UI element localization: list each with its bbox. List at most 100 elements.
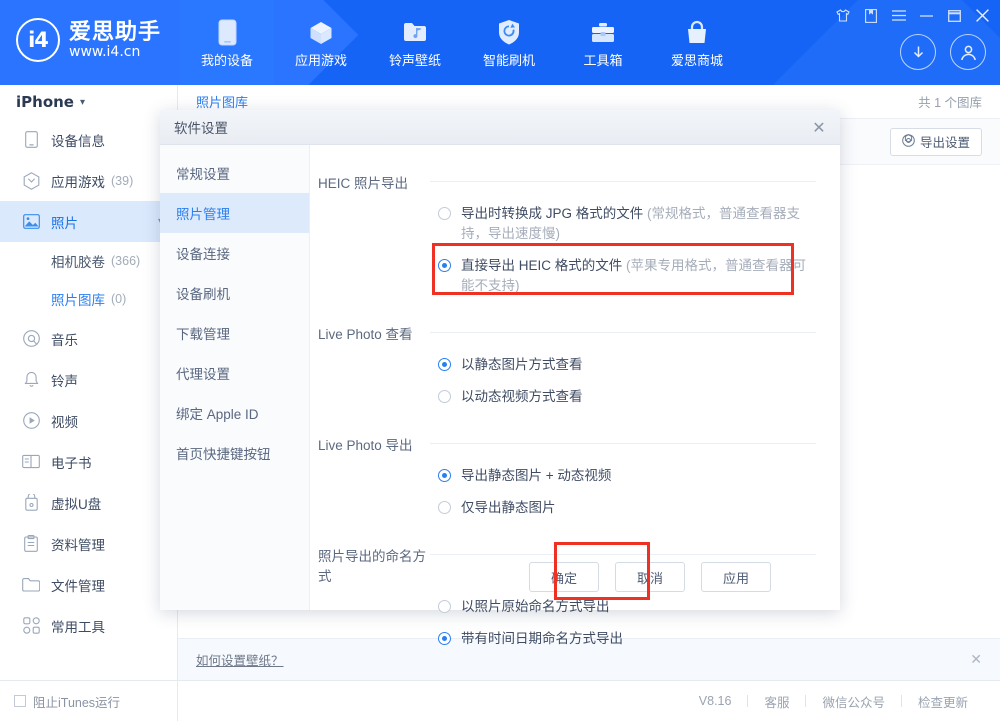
confirm-button[interactable]: 确定 xyxy=(529,562,599,592)
app-logo[interactable]: i4 爱思助手 www.i4.cn xyxy=(16,18,161,62)
gear-circle-icon xyxy=(902,134,915,150)
dialog-menu-item-bind-apple-id[interactable]: 绑定 Apple ID xyxy=(160,393,309,433)
radio-icon[interactable] xyxy=(438,259,451,272)
block-itunes-label: 阻止iTunes运行 xyxy=(33,692,120,711)
dialog-settings-menu: 常规设置 照片管理 设备连接 设备刷机 下载管理 代理设置 绑定 Apple I… xyxy=(160,145,310,610)
nav-label: 智能刷机 xyxy=(483,53,535,68)
radio-option-view-motion[interactable]: 以动态视频方式查看 xyxy=(438,387,816,407)
radio-option-label: 带有时间日期命名方式导出 xyxy=(461,629,623,649)
nav-label: 我的设备 xyxy=(201,53,253,68)
block-itunes-toggle[interactable]: 阻止iTunes运行 xyxy=(0,680,178,721)
sidebar-item-music[interactable]: 音乐 xyxy=(0,318,177,359)
section-label: Live Photo 查看 xyxy=(310,322,430,343)
music-icon xyxy=(22,330,40,348)
device-name: iPhone xyxy=(16,93,74,111)
dialog-menu-item-download-management[interactable]: 下载管理 xyxy=(160,313,309,353)
nav-item-smart-flash[interactable]: 智能刷机 xyxy=(462,0,556,85)
note-icon[interactable] xyxy=(863,8,878,23)
radio-option-heic-direct[interactable]: 直接导出 HEIC 格式的文件 (苹果专用格式，普通查看器可能不支持) xyxy=(438,256,816,296)
sidebar-subitem-count: (366) xyxy=(111,254,140,268)
dialog-title: 软件设置 xyxy=(174,117,228,137)
radio-icon[interactable] xyxy=(438,632,451,645)
check-update-link[interactable]: 检查更新 xyxy=(902,692,984,711)
radio-option-label: 导出时转换成 JPG 格式的文件 (常规格式，普通查看器支持，导出速度慢) xyxy=(461,204,811,244)
nav-item-ringtone-wallpaper[interactable]: 铃声壁纸 xyxy=(368,0,462,85)
close-icon[interactable] xyxy=(975,8,990,23)
minimize-icon[interactable] xyxy=(919,8,934,23)
sidebar-item-virtual-usb[interactable]: 虚拟U盘 xyxy=(0,482,177,523)
shirt-icon[interactable] xyxy=(835,8,850,23)
radio-option-export-static-plus-motion[interactable]: 导出静态图片 + 动态视频 xyxy=(438,466,816,486)
sidebar-item-photos[interactable]: 照片 ▾ xyxy=(0,201,177,242)
sidebar-item-label: 资料管理 xyxy=(51,534,105,554)
dialog-menu-item-home-shortcut-button[interactable]: 首页快捷键按钮 xyxy=(160,433,309,473)
sidebar-item-common-tools[interactable]: 常用工具 xyxy=(0,605,177,646)
hamburger-icon[interactable] xyxy=(891,8,906,23)
sidebar-item-video[interactable]: 视频 xyxy=(0,400,177,441)
sidebar-item-data-management[interactable]: 资料管理 xyxy=(0,523,177,564)
cancel-button[interactable]: 取消 xyxy=(615,562,685,592)
sidebar-subitem-label: 照片图库 xyxy=(51,289,105,309)
apply-button[interactable]: 应用 xyxy=(701,562,771,592)
wechat-official-link[interactable]: 微信公众号 xyxy=(806,692,901,711)
radio-option-view-static[interactable]: 以静态图片方式查看 xyxy=(438,355,816,375)
radio-option-jpg-convert[interactable]: 导出时转换成 JPG 格式的文件 (常规格式，普通查看器支持，导出速度慢) xyxy=(438,204,816,244)
software-settings-dialog: 软件设置 ✕ 常规设置 照片管理 设备连接 设备刷机 下载管理 代理设置 绑定 … xyxy=(160,110,840,610)
section-label: 照片导出的命名方式 xyxy=(310,544,430,585)
sidebar-subitem-camera-roll[interactable]: 相机胶卷 (366) xyxy=(0,242,177,280)
sidebar-subitem-photo-library[interactable]: 照片图库 (0) xyxy=(0,280,177,318)
sidebar-item-file-management[interactable]: 文件管理 xyxy=(0,564,177,605)
tab-photo-library[interactable]: 照片图库 xyxy=(196,92,248,111)
radio-icon[interactable] xyxy=(438,390,451,403)
nav-item-toolbox[interactable]: 工具箱 xyxy=(556,0,650,85)
maximize-icon[interactable] xyxy=(947,8,962,23)
sidebar-item-apps-games[interactable]: 应用游戏 (39) xyxy=(0,160,177,201)
sidebar-item-label: 常用工具 xyxy=(51,616,105,636)
radio-icon[interactable] xyxy=(438,600,451,613)
dialog-menu-item-general[interactable]: 常规设置 xyxy=(160,153,309,193)
dialog-menu-item-photo-management[interactable]: 照片管理 xyxy=(160,193,309,233)
header-round-buttons xyxy=(900,34,986,70)
customer-service-link[interactable]: 客服 xyxy=(748,692,805,711)
dialog-body: 常规设置 照片管理 设备连接 设备刷机 下载管理 代理设置 绑定 Apple I… xyxy=(160,145,840,610)
logo-text: 爱思助手 www.i4.cn xyxy=(69,20,161,61)
radio-icon[interactable] xyxy=(438,501,451,514)
how-to-set-wallpaper-link[interactable]: 如何设置壁纸？ xyxy=(196,650,284,669)
sidebar-item-device-info[interactable]: 设备信息 xyxy=(0,119,177,160)
nav-item-store[interactable]: 爱思商城 xyxy=(650,0,744,85)
radio-icon[interactable] xyxy=(438,469,451,482)
dialog-menu-item-device-connection[interactable]: 设备连接 xyxy=(160,233,309,273)
checkbox-icon[interactable] xyxy=(14,695,26,707)
sidebar-item-ebook[interactable]: 电子书 xyxy=(0,441,177,482)
dialog-title-bar: 软件设置 ✕ xyxy=(160,110,840,145)
account-circle-icon[interactable] xyxy=(950,34,986,70)
section-heic-export: HEIC 照片导出 xyxy=(310,171,816,192)
app-header: i4 爱思助手 www.i4.cn 我的设备 应用游戏 铃声壁纸 xyxy=(0,0,1000,85)
radio-option-label: 仅导出静态图片 xyxy=(461,498,556,518)
radio-icon[interactable] xyxy=(438,207,451,220)
nav-item-my-device[interactable]: 我的设备 xyxy=(180,0,274,85)
nav-label: 爱思商城 xyxy=(671,53,723,68)
logo-title: 爱思助手 xyxy=(69,20,161,44)
close-icon[interactable]: ✕ xyxy=(970,651,982,668)
dialog-menu-item-device-flash[interactable]: 设备刷机 xyxy=(160,273,309,313)
device-selector[interactable]: iPhone ▾ xyxy=(0,85,177,119)
close-icon[interactable]: ✕ xyxy=(810,118,828,136)
radio-option-export-static-only[interactable]: 仅导出静态图片 xyxy=(438,498,816,518)
cube-icon xyxy=(306,18,336,48)
dialog-menu-label: 首页快捷键按钮 xyxy=(176,443,271,463)
dialog-menu-label: 下载管理 xyxy=(176,323,230,343)
sidebar-item-ringtone[interactable]: 铃声 xyxy=(0,359,177,400)
export-settings-label: 导出设置 xyxy=(920,132,970,151)
status-bar: V8.16 客服 微信公众号 检查更新 xyxy=(178,680,1000,721)
export-settings-button[interactable]: 导出设置 xyxy=(890,128,982,156)
download-circle-icon[interactable] xyxy=(900,34,936,70)
nav-item-apps-games[interactable]: 应用游戏 xyxy=(274,0,368,85)
dialog-menu-item-proxy-settings[interactable]: 代理设置 xyxy=(160,353,309,393)
folder-icon xyxy=(22,576,40,594)
radio-icon[interactable] xyxy=(438,358,451,371)
toolbox-icon xyxy=(588,18,618,48)
radio-option-datetime-name[interactable]: 带有时间日期命名方式导出 xyxy=(438,629,816,649)
dialog-menu-label: 设备刷机 xyxy=(176,283,230,303)
radio-option-main: 直接导出 HEIC 格式的文件 xyxy=(461,258,626,273)
